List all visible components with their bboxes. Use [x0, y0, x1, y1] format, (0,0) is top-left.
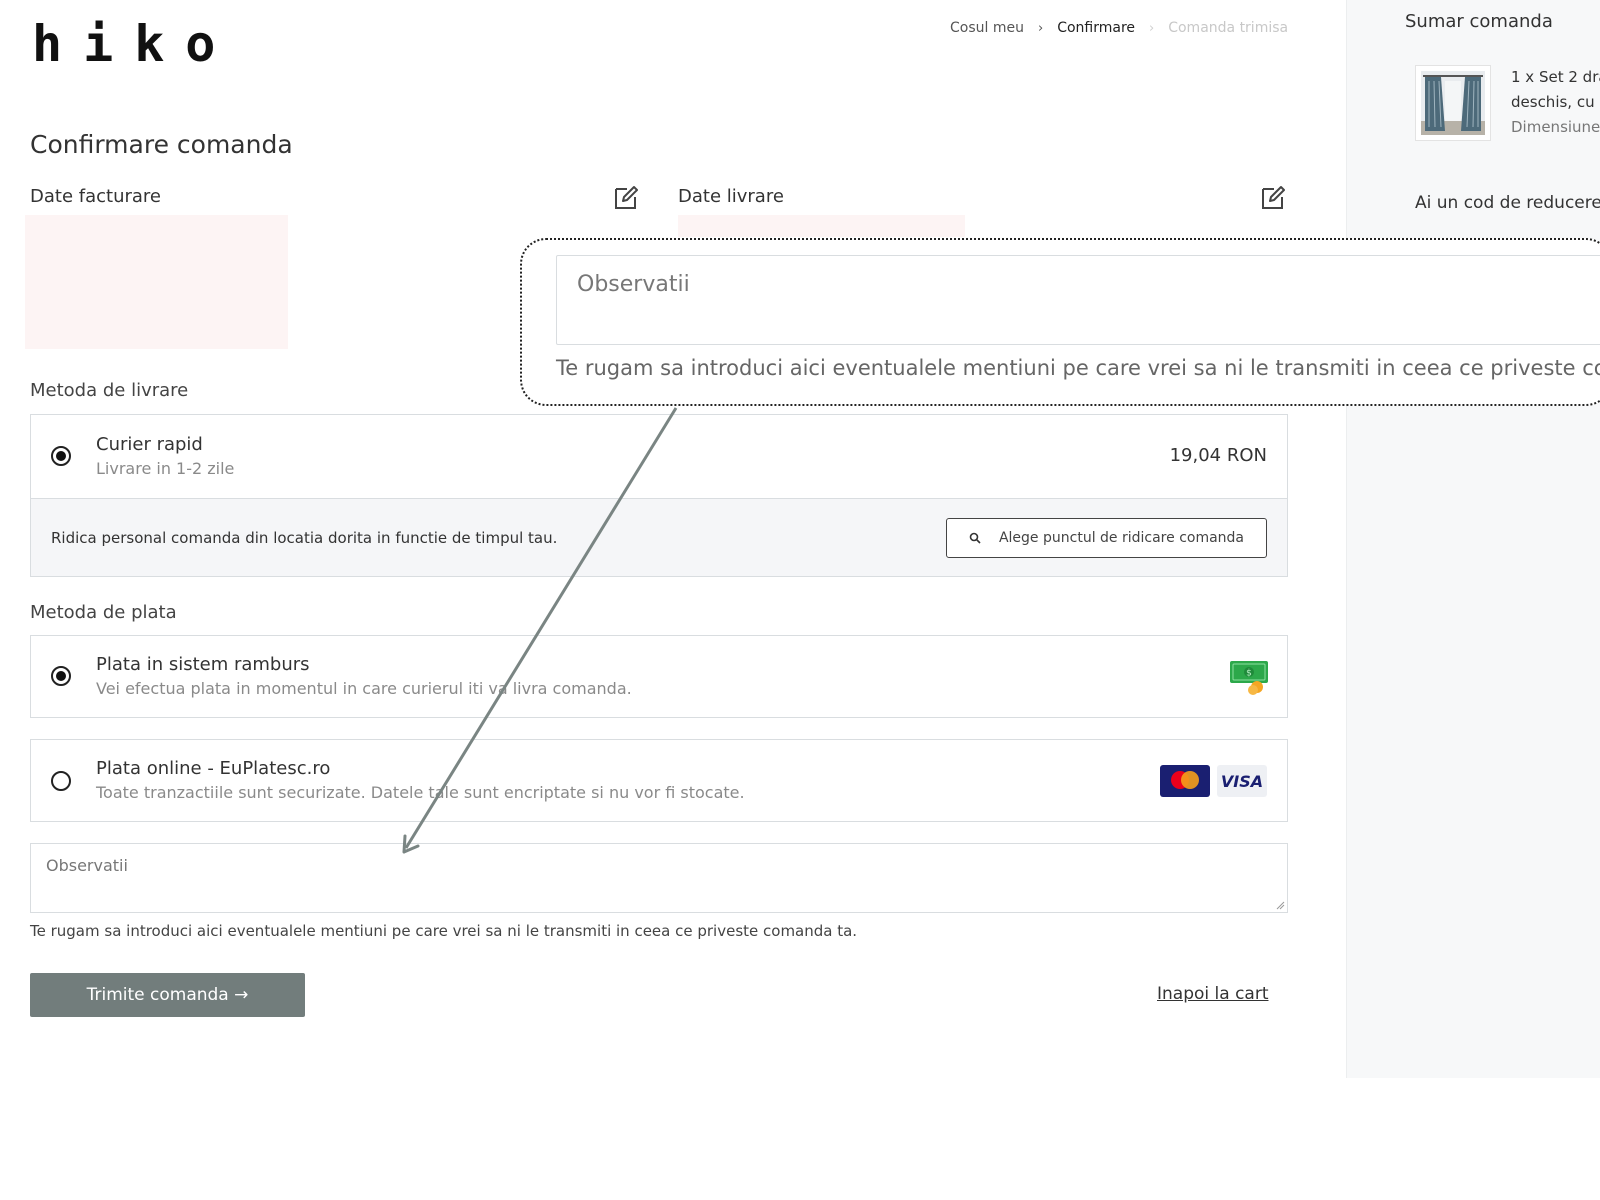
product-thumbnail[interactable] [1415, 65, 1491, 141]
shipping-price: 19,04 RON [1169, 445, 1267, 466]
chevron-right-icon: › [1149, 20, 1155, 36]
zoomed-notes-textarea: Observatii [556, 255, 1600, 345]
visa-icon-text: VISA [1220, 771, 1264, 791]
edit-icon[interactable] [612, 184, 640, 212]
shipping-option-subtitle: Livrare in 1-2 zile [96, 459, 235, 478]
breadcrumb: Cosul meu › Confirmare › Comanda trimisa [950, 20, 1288, 36]
mastercard-icon [1160, 765, 1210, 797]
summary-item-line: 1 x Set 2 dra [1511, 68, 1600, 86]
pickup-row: Ridica personal comanda din locatia dori… [31, 498, 1287, 576]
breadcrumb-cart[interactable]: Cosul meu [950, 20, 1024, 36]
order-summary-sidebar: Sumar comanda 1 x Set 2 dra deschis, cu … [1346, 0, 1600, 1078]
zoom-callout: Observatii Te rugam sa introduci aici ev… [520, 238, 1600, 406]
notes-textarea[interactable]: Observatii [30, 843, 1288, 913]
page-title: Confirmare comanda [30, 130, 293, 159]
billing-address-block [25, 215, 288, 349]
summary-title: Sumar comanda [1405, 11, 1553, 32]
radio-online[interactable] [51, 771, 71, 791]
notes-placeholder: Observatii [46, 856, 128, 875]
discount-code-prompt[interactable]: Ai un cod de reducere [1415, 193, 1600, 213]
pickup-text: Ridica personal comanda din locatia dori… [51, 529, 558, 547]
payment-option-subtitle: Toate tranzactiile sunt securizate. Date… [96, 783, 745, 802]
delivery-address-block [678, 215, 965, 237]
choose-pickup-point-label: Alege punctul de ridicare comanda [998, 530, 1245, 546]
chevron-right-icon: › [1037, 20, 1044, 36]
radio-cod[interactable] [51, 666, 71, 686]
payment-option-subtitle: Vei efectua plata in momentul in care cu… [96, 679, 632, 698]
radio-courier[interactable] [51, 446, 71, 466]
choose-pickup-point-button[interactable]: Alege punctul de ridicare comanda [946, 518, 1267, 558]
back-to-cart-link[interactable]: Inapoi la cart [1157, 984, 1269, 1004]
delivery-label: Date livrare [678, 186, 784, 207]
edit-icon[interactable] [1259, 184, 1287, 212]
submit-order-button[interactable]: Trimite comanda → [30, 973, 305, 1017]
summary-item-line: deschis, cu r [1511, 93, 1600, 111]
shipping-method-label: Metoda de livrare [30, 380, 189, 401]
resize-grip-icon[interactable] [1275, 900, 1285, 910]
zoomed-notes-placeholder: Observatii [577, 272, 690, 297]
shipping-option-courier[interactable]: Curier rapid Livrare in 1-2 zile 19,04 R… [30, 414, 1288, 577]
shipping-option-title: Curier rapid [96, 434, 203, 455]
payment-method-label: Metoda de plata [30, 602, 177, 623]
zoomed-notes-hint: Te rugam sa introduci aici eventualele m… [556, 356, 1600, 380]
search-icon [969, 532, 981, 544]
billing-label: Date facturare [30, 186, 161, 207]
payment-option-online[interactable]: Plata online - EuPlatesc.ro Toate tranza… [30, 739, 1288, 822]
cash-icon: $ [1230, 661, 1268, 695]
notes-hint: Te rugam sa introduci aici eventualele m… [30, 922, 858, 940]
summary-item-line: Dimensiune [1511, 118, 1600, 136]
payment-option-title: Plata in sistem ramburs [96, 654, 310, 675]
curtain-product-image [1421, 71, 1485, 135]
hiko-logo[interactable]: hiko [32, 14, 236, 74]
visa-icon: VISA [1217, 765, 1267, 797]
payment-option-title: Plata online - EuPlatesc.ro [96, 758, 331, 779]
breadcrumb-sent: Comanda trimisa [1168, 20, 1289, 36]
svg-text:$: $ [1246, 669, 1252, 679]
breadcrumb-confirm: Confirmare [1057, 20, 1136, 36]
payment-option-cod[interactable]: Plata in sistem ramburs Vei efectua plat… [30, 635, 1288, 718]
